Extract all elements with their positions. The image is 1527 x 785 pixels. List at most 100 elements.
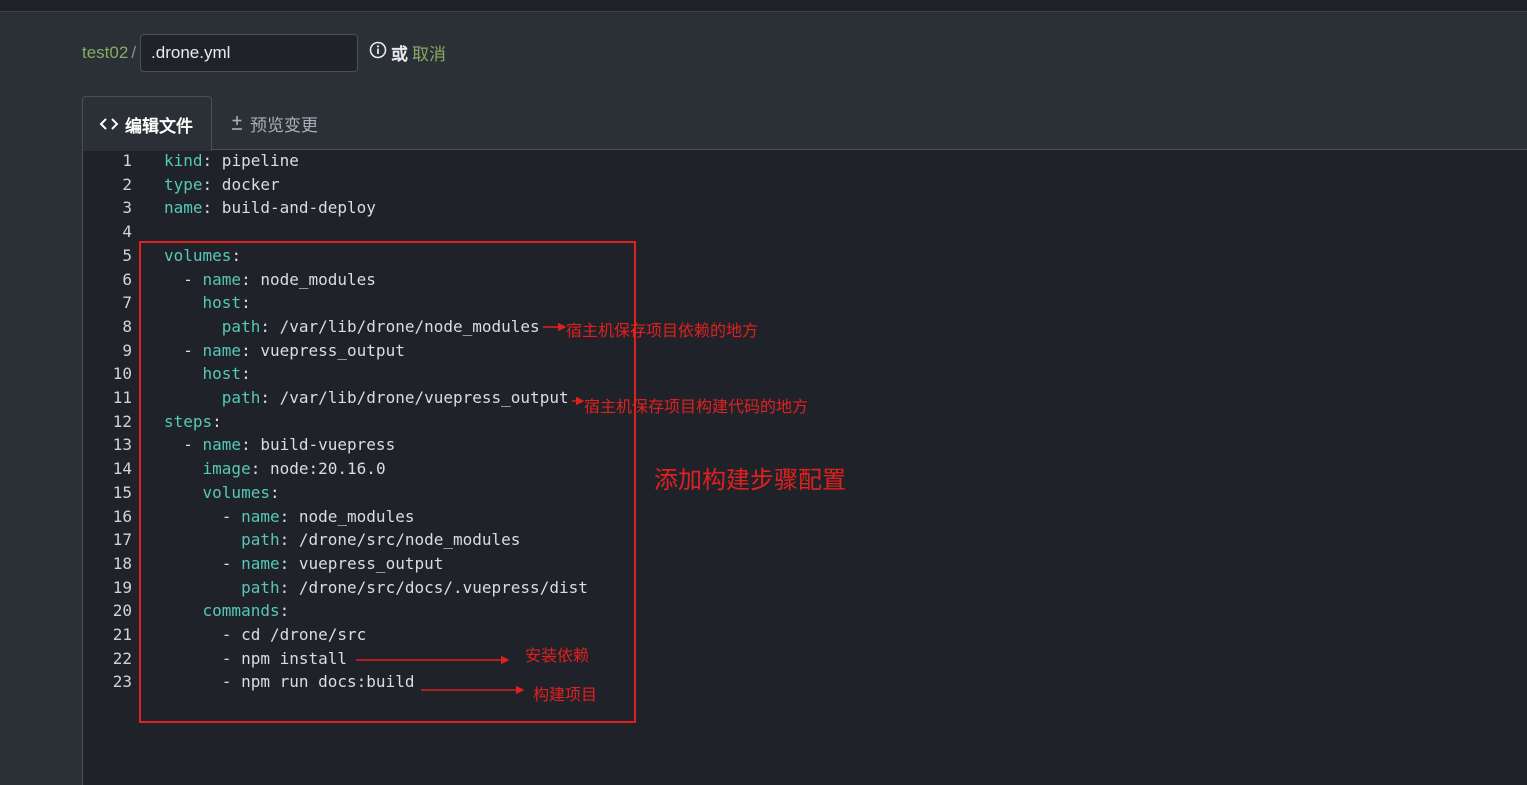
line-code: - name: vuepress_output [164,339,405,363]
line-number: 14 [112,459,132,479]
line-number: 20 [112,601,132,621]
top-bar [0,0,1527,12]
yaml-colon: : [202,198,213,218]
file-path-row: test02 / 或 取消 [82,33,446,73]
yaml-value: build-and-deploy [212,198,376,218]
yaml-value: docker [212,174,280,194]
code-line[interactable]: 6 - name: node_modules [83,268,883,292]
line-number: 3 [122,198,132,218]
code-line[interactable]: 5 volumes: [83,244,883,268]
indent: - [164,340,203,360]
line-number: 10 [112,364,132,384]
tab-edit-file[interactable]: 编辑文件 [82,96,212,151]
line-code: type: docker [164,173,280,197]
yaml-value: vuepress_output [289,553,444,573]
code-line[interactable]: 1 kind: pipeline [83,149,883,173]
yaml-key: path [221,316,261,336]
line-code: host: [164,291,251,315]
code-line[interactable]: 17 path: /drone/src/node_modules [83,528,883,552]
line-code: path: /var/lib/drone/node_modules [164,315,540,339]
yaml-colon: : [250,459,261,479]
yaml-colon: : [212,411,222,431]
code-line[interactable]: 22 - npm install [83,647,883,671]
repo-breadcrumb-link[interactable]: test02 [82,43,128,63]
code-line[interactable]: 7 host: [83,291,883,315]
yaml-key: type [164,174,203,194]
code-line[interactable]: 9 - name: vuepress_output [83,339,883,363]
line-code: path: /drone/src/docs/.vuepress/dist [164,576,588,600]
yaml-colon: : [279,530,290,550]
yaml-value: node_modules [289,506,415,526]
line-code: path: /var/lib/drone/vuepress_output [164,386,569,410]
yaml-colon: : [269,482,280,502]
code-line[interactable]: 13 - name: build-vuepress [83,433,883,457]
line-code: - name: node_modules [164,268,376,292]
filename-input[interactable] [140,34,359,72]
indent: - [164,506,242,526]
yaml-value: /drone/src/node_modules [289,530,521,550]
yaml-colon: : [231,245,242,265]
line-code: - npm install [164,647,347,671]
yaml-value: pipeline [212,151,299,170]
line-number: 12 [112,411,132,431]
annotation-add-steps: 添加构建步骤配置 [654,467,846,494]
yaml-colon: : [260,388,270,407]
yaml-colon: : [241,364,251,384]
line-number: 1 [122,151,132,170]
code-line[interactable]: 10 host: [83,362,883,386]
code-line[interactable]: 19 path: /drone/src/docs/.vuepress/dist [83,576,883,600]
line-number: 15 [112,482,132,502]
yaml-key: path [241,577,280,597]
code-line[interactable]: 20 commands: [83,599,883,623]
line-number: 7 [122,293,132,313]
line-code: name: build-and-deploy [164,196,376,220]
line-number: 8 [122,316,132,336]
yaml-value: npm install [241,648,348,668]
code-line[interactable]: 4 [83,220,883,244]
yaml-colon: : [202,151,213,170]
yaml-key: host [202,364,242,384]
yaml-colon: : [279,577,290,597]
yaml-value: /var/lib/drone/vuepress_output [269,388,569,407]
code-line[interactable]: 3 name: build-and-deploy [83,196,883,220]
line-number: 17 [112,530,132,550]
yaml-key: steps [164,411,213,431]
line-number: 9 [122,340,132,360]
yaml-key: kind [164,151,203,170]
line-code: volumes: [164,244,241,268]
line-number: 2 [122,174,132,194]
yaml-key: name [202,340,242,360]
indent: - [164,672,242,692]
yaml-key: path [241,530,280,550]
line-code: image: node:20.16.0 [164,457,386,481]
line-number: 18 [112,553,132,573]
yaml-value: /drone/src/docs/.vuepress/dist [289,577,588,597]
yaml-key: volumes [164,245,232,265]
code-line[interactable]: 2 type: docker [83,173,883,197]
yaml-key: name [202,269,242,289]
yaml-value: npm run docs:build [241,672,415,692]
line-number: 11 [112,388,132,407]
code-line[interactable]: 8 path: /var/lib/drone/node_modules [83,315,883,339]
cancel-link[interactable]: 取消 [412,40,446,65]
line-number: 5 [122,245,132,265]
tab-preview-changes[interactable]: 预览变更 [212,96,334,150]
line-code: path: /drone/src/node_modules [164,528,520,552]
code-line[interactable]: 21 - cd /drone/src [83,623,883,647]
line-number: 23 [112,672,132,692]
code-line[interactable]: 16 - name: node_modules [83,505,883,529]
line-number: 4 [122,222,132,242]
yaml-colon: : [241,269,251,289]
yaml-colon: : [279,506,290,526]
info-icon[interactable] [369,41,387,59]
code-line[interactable]: 18 - name: vuepress_output [83,552,883,576]
annotation-install-deps: 安装依赖 [525,648,590,665]
code-line[interactable]: 23 - npm run docs:build [83,670,883,694]
indent: - [164,625,242,644]
editor-tabs: 编辑文件 预览变更 [82,96,334,151]
line-number: 16 [112,506,132,526]
